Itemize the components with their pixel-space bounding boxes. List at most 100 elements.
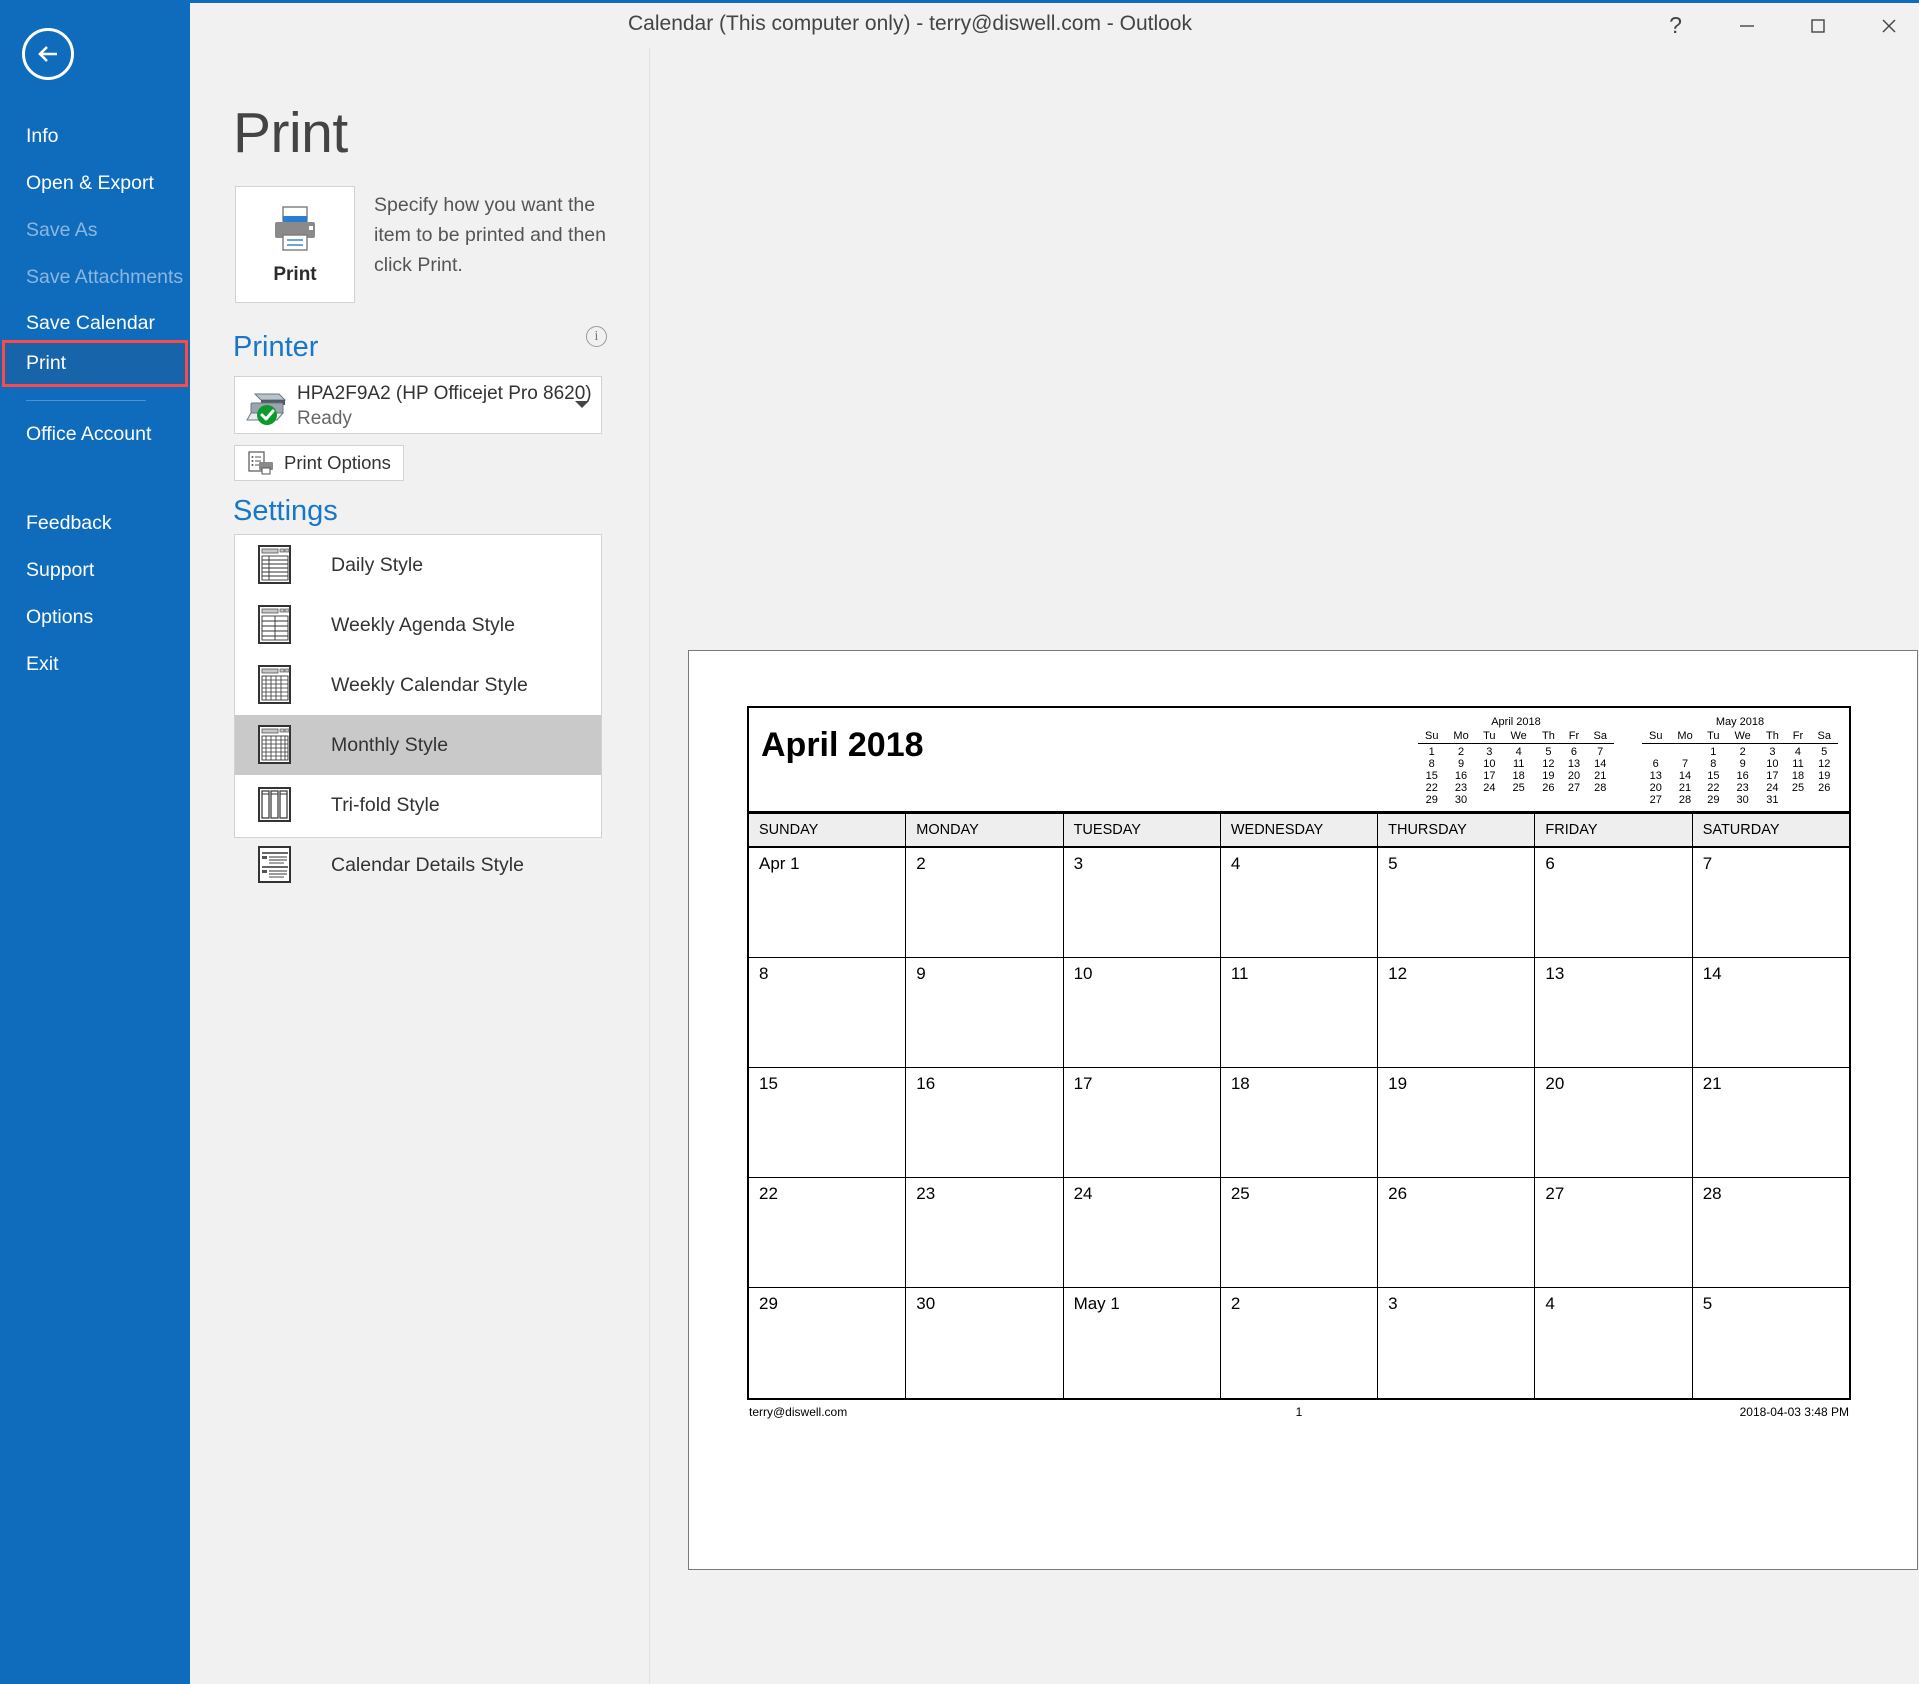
mini-day: 7 bbox=[1681, 758, 1689, 770]
info-icon[interactable]: i bbox=[586, 326, 607, 347]
calendar-day-cell[interactable]: 25 bbox=[1221, 1178, 1379, 1287]
calendar-day-cell[interactable]: 27 bbox=[1535, 1178, 1693, 1287]
calendar-day-cell[interactable]: 15 bbox=[749, 1068, 907, 1177]
calendar-day-cell[interactable]: 17 bbox=[1064, 1068, 1221, 1177]
mini-day: 26 bbox=[1818, 782, 1831, 794]
sidebar-item-save-calendar[interactable]: Save Calendar bbox=[0, 303, 190, 343]
sidebar-item-options[interactable]: Options bbox=[0, 597, 190, 637]
close-icon bbox=[1882, 19, 1895, 32]
calendar-day-cell[interactable]: 13 bbox=[1535, 958, 1693, 1067]
day-number: 18 bbox=[1230, 1074, 1250, 1093]
calendar-day-cell[interactable]: May 1 bbox=[1064, 1288, 1221, 1398]
printer-dropdown[interactable]: HPA2F9A2 (HP Officejet Pro 8620) Ready bbox=[234, 376, 602, 434]
sidebar-item-print[interactable]: Print bbox=[0, 343, 190, 384]
calendar-day-cell[interactable]: 29 bbox=[749, 1288, 907, 1398]
calendar-day-cell[interactable]: 7 bbox=[1693, 848, 1849, 957]
mini-day: 22 bbox=[1425, 782, 1438, 794]
mini-day: 4 bbox=[1515, 746, 1522, 758]
style-option-daily[interactable]: Daily Style bbox=[235, 535, 601, 595]
mini-day bbox=[1562, 794, 1587, 806]
sidebar-item-feedback[interactable]: Feedback bbox=[0, 503, 190, 543]
mini-day: 30 bbox=[1736, 794, 1749, 806]
close-button[interactable] bbox=[1854, 3, 1919, 48]
mini-day: 23 bbox=[1736, 782, 1749, 794]
calendar-day-cell[interactable]: 12 bbox=[1378, 958, 1536, 1067]
calendar-day-cell[interactable]: 21 bbox=[1693, 1068, 1849, 1177]
style-option-weekly-calendar[interactable]: Weekly Calendar Style bbox=[235, 655, 601, 715]
help-button[interactable]: ? bbox=[1641, 3, 1710, 48]
preview-page[interactable]: April 2018 April 2018 Su Mo Tu We Th Fr … bbox=[688, 650, 1918, 1570]
maximize-button[interactable] bbox=[1783, 3, 1852, 48]
chevron-down-icon[interactable] bbox=[575, 401, 589, 408]
mini-week: 8 9 10 11 12 13 14 bbox=[1418, 758, 1614, 770]
mini-week: 27 28 29 30 31 bbox=[1642, 794, 1838, 806]
day-number: 3 bbox=[1388, 1294, 1398, 1313]
mini-dow: We bbox=[1726, 730, 1760, 744]
day-number: 6 bbox=[1545, 854, 1555, 873]
style-option-monthly[interactable]: Monthly Style bbox=[235, 715, 601, 775]
sidebar-item-save-attachments: Save Attachments bbox=[0, 257, 190, 297]
sidebar-item-info[interactable]: Info bbox=[0, 116, 190, 156]
mini-calendar-april: April 2018 Su Mo Tu We Th Fr Sa 1234567 … bbox=[1418, 716, 1614, 806]
style-option-label: Calendar Details Style bbox=[331, 853, 524, 876]
calendar-week-row: 8 9 10 11 12 13 14 bbox=[749, 958, 1849, 1068]
print-options-button[interactable]: Print Options bbox=[234, 445, 404, 481]
calendar-day-cell[interactable]: 28 bbox=[1693, 1178, 1849, 1287]
calendar-day-cell[interactable]: 14 bbox=[1693, 958, 1849, 1067]
sidebar-item-label: Office Account bbox=[26, 423, 152, 445]
mini-day: 10 bbox=[1483, 758, 1496, 770]
sidebar-item-label: Save As bbox=[26, 218, 98, 241]
calendar-day-cell[interactable]: 16 bbox=[906, 1068, 1064, 1177]
style-option-label: Daily Style bbox=[331, 553, 424, 576]
style-option-calendar-details[interactable]: Calendar Details Style bbox=[235, 835, 601, 895]
calendar-day-cell[interactable]: 4 bbox=[1535, 1288, 1693, 1398]
calendar-day-cell[interactable]: 8 bbox=[749, 958, 907, 1067]
mini-day: 19 bbox=[1818, 770, 1831, 782]
calendar-day-cell[interactable]: Apr 1 bbox=[749, 848, 907, 957]
mini-week: 13 14 15 16 17 18 19 bbox=[1642, 770, 1838, 782]
calendar-day-cell[interactable]: 10 bbox=[1064, 958, 1221, 1067]
sidebar-item-open-export[interactable]: Open & Export bbox=[0, 163, 190, 203]
calendar-day-cell[interactable]: 20 bbox=[1535, 1068, 1693, 1177]
mini-day: 8 bbox=[1710, 758, 1717, 770]
calendar-day-cell[interactable]: 26 bbox=[1378, 1178, 1536, 1287]
day-number: 10 bbox=[1073, 964, 1093, 983]
calendar-day-cell[interactable]: 19 bbox=[1378, 1068, 1536, 1177]
calendar-day-cell[interactable]: 3 bbox=[1378, 1288, 1536, 1398]
calendar-day-cell[interactable]: 30 bbox=[906, 1288, 1064, 1398]
sidebar-item-office-account[interactable]: Office Account bbox=[0, 420, 190, 476]
day-number: 19 bbox=[1388, 1074, 1408, 1093]
calendar-day-cell[interactable]: 22 bbox=[749, 1178, 907, 1287]
sidebar-item-support[interactable]: Support bbox=[0, 550, 190, 590]
sidebar-item-exit[interactable]: Exit bbox=[0, 644, 190, 684]
day-number: Apr 1 bbox=[759, 854, 800, 873]
calendar-day-cell[interactable]: 5 bbox=[1378, 848, 1536, 957]
mini-day: 2 bbox=[1457, 746, 1465, 758]
back-button[interactable] bbox=[22, 28, 74, 80]
calendar-day-cell[interactable]: 2 bbox=[1221, 1288, 1379, 1398]
mini-day: 17 bbox=[1766, 770, 1779, 782]
calendar-day-cell[interactable]: 9 bbox=[906, 958, 1064, 1067]
day-of-week-header: FRIDAY bbox=[1535, 814, 1693, 846]
mini-dow: Tu bbox=[1476, 730, 1503, 744]
calendar-day-cell[interactable]: 3 bbox=[1064, 848, 1221, 957]
calendar-day-cell[interactable]: 11 bbox=[1221, 958, 1379, 1067]
print-button[interactable]: Print bbox=[235, 186, 355, 303]
day-of-week-header: THURSDAY bbox=[1378, 814, 1536, 846]
style-option-weekly-agenda[interactable]: Weekly Agenda Style bbox=[235, 595, 601, 655]
calendar-day-cell[interactable]: 18 bbox=[1221, 1068, 1379, 1177]
mini-day: 2 bbox=[1739, 746, 1746, 758]
mini-week: 1 2 3 4 5 6 7 bbox=[1418, 744, 1614, 759]
calendar-day-cell[interactable]: 4 bbox=[1221, 848, 1379, 957]
calendar-day-cell[interactable]: 23 bbox=[906, 1178, 1064, 1287]
mini-dow: Mo bbox=[1669, 730, 1701, 744]
calendar-day-cell[interactable]: 6 bbox=[1535, 848, 1693, 957]
mini-day bbox=[1810, 794, 1838, 806]
calendar-day-cell[interactable]: 24 bbox=[1064, 1178, 1221, 1287]
calendar-day-cell[interactable]: 5 bbox=[1693, 1288, 1849, 1398]
printer-status: Ready bbox=[297, 408, 352, 429]
calendar-day-cell[interactable]: 2 bbox=[906, 848, 1064, 957]
style-option-trifold[interactable]: Tri-fold Style bbox=[235, 775, 601, 835]
minimize-button[interactable] bbox=[1712, 3, 1781, 48]
style-option-label: Weekly Agenda Style bbox=[331, 613, 515, 636]
